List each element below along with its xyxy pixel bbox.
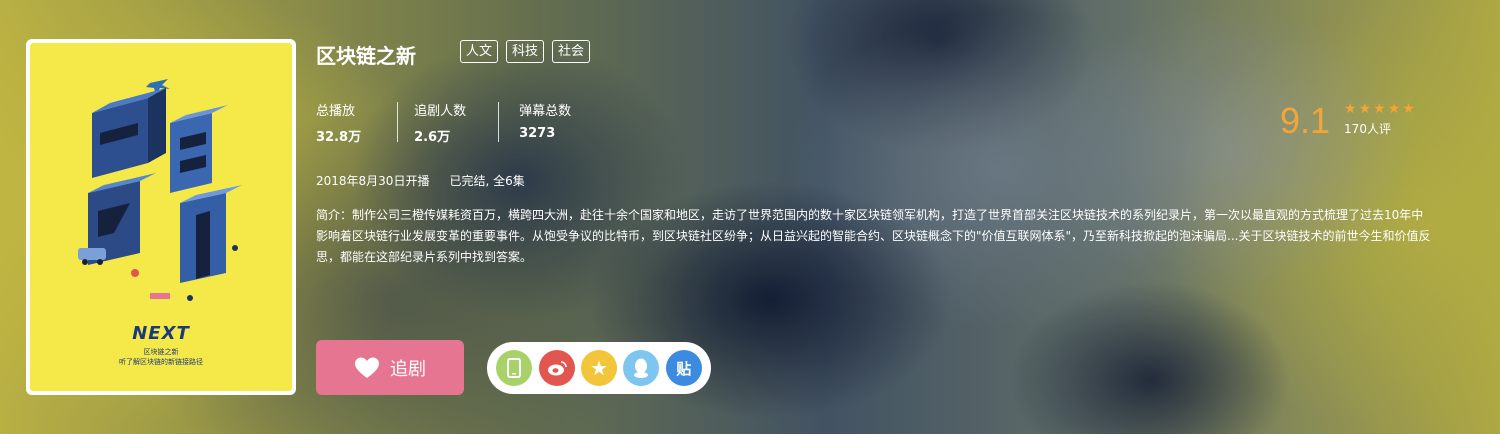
divider	[498, 102, 500, 142]
stat-value: 32.8万	[316, 130, 362, 145]
star-icon: ★	[1402, 101, 1415, 117]
star-icon: ★	[1344, 101, 1357, 117]
heart-icon	[355, 357, 379, 378]
episode-status: 已完结, 全6集	[449, 174, 525, 188]
poster-logo: NEXT	[132, 323, 190, 344]
star-icon: ★	[1387, 101, 1401, 117]
stat-label: 追剧人数	[414, 104, 467, 119]
divider	[397, 102, 399, 142]
stat-danmaku: 弹幕总数 3273	[519, 100, 571, 145]
show-title: 区块链之新	[316, 44, 416, 68]
qq-icon	[634, 358, 649, 378]
share-phone-button[interactable]	[496, 350, 533, 386]
poster-image: NEXT 区块链之新 听了解区块链的新链接路径	[30, 43, 292, 391]
share-qzone-button[interactable]: ★	[580, 350, 617, 386]
weibo-icon	[547, 361, 567, 376]
share-weibo-button[interactable]	[538, 350, 575, 386]
stat-total-plays: 总播放 32.8万	[316, 100, 361, 145]
rating-block: 9.1 ★ ★ ★ ★ ★ 170人评	[1280, 100, 1415, 142]
tag-society[interactable]: 社会	[552, 40, 591, 63]
phone-icon	[507, 358, 522, 378]
poster-tagline: 听了解区块链的新链接路径	[119, 358, 203, 366]
share-tieba-button[interactable]: 贴	[665, 350, 702, 386]
star-icon: ★	[1373, 101, 1386, 117]
stat-value: 2.6万	[414, 130, 451, 145]
follow-label: 追剧	[390, 358, 426, 380]
rating-score: 9.1	[1280, 100, 1331, 141]
share-qq-button[interactable]	[623, 350, 660, 386]
show-poster[interactable]: NEXT 区块链之新 听了解区块链的新链接路径	[26, 39, 296, 395]
qzone-star-icon: ★	[590, 356, 608, 380]
stat-label: 弹幕总数	[519, 104, 572, 119]
stat-label: 总播放	[316, 104, 356, 119]
show-meta: 2018年8月30日开播 已完结, 全6集	[316, 172, 525, 189]
tag-technology[interactable]: 科技	[506, 40, 545, 63]
tag-culture[interactable]: 人文	[460, 40, 499, 63]
stats-row: 总播放 32.8万 追剧人数 2.6万 弹幕总数 3273	[316, 100, 571, 145]
tieba-icon: 贴	[676, 359, 692, 378]
star-rating: ★ ★ ★ ★ ★	[1344, 102, 1415, 116]
rating-count: 170人评	[1344, 122, 1391, 136]
show-description: 简介：制作公司三橙传媒耗资百万，横跨四大洲，赴往十余个国家和地区，走访了世界范围…	[316, 208, 1431, 264]
stat-followers: 追剧人数 2.6万	[414, 100, 466, 145]
air-date: 2018年8月30日开播	[316, 174, 430, 188]
share-bar: ★ 贴	[487, 342, 711, 394]
poster-subtitle: 区块链之新	[143, 348, 179, 356]
follow-button[interactable]: 追剧	[316, 340, 464, 395]
tag-list: 人文 科技 社会	[460, 40, 591, 63]
stat-value: 3273	[519, 126, 556, 141]
star-icon: ★	[1358, 101, 1372, 117]
